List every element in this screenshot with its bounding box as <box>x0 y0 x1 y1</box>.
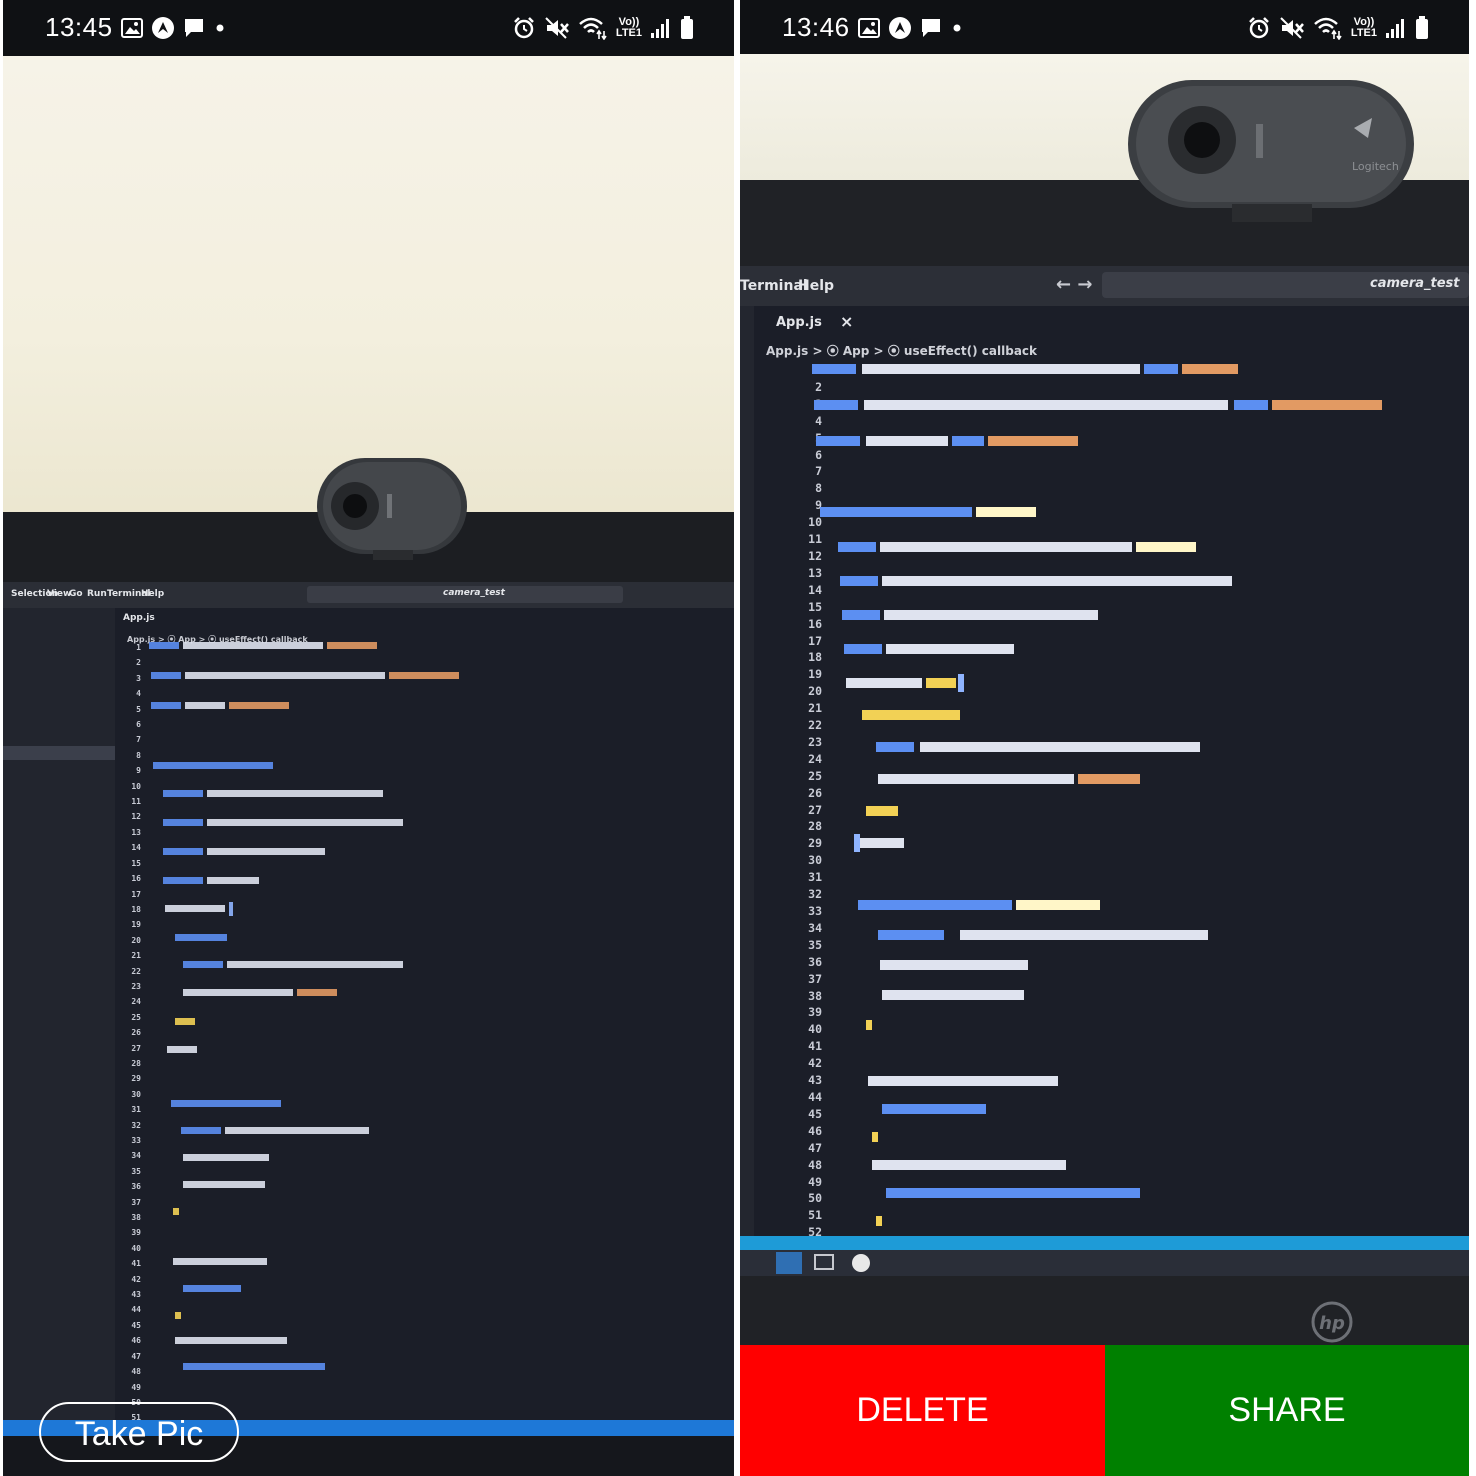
photo-action-bar: DELETE SHARE <box>740 1345 1469 1476</box>
volte-indicator: Vo)) LTE1 <box>616 17 642 39</box>
webcam-image: Logitech <box>1128 80 1414 222</box>
close-tab-icon: × <box>840 312 854 331</box>
notification-icons <box>121 16 227 40</box>
volte-indicator: Vo)) LTE1 <box>1351 17 1377 39</box>
take-pic-button[interactable]: Take Pic <box>39 1402 239 1462</box>
volte-bottom-text: LTE1 <box>1350 27 1377 39</box>
battery-icon <box>681 16 693 39</box>
mute-icon <box>1280 17 1304 39</box>
editor-search-text: camera_test <box>1370 276 1460 291</box>
alarm-icon <box>514 17 534 39</box>
notification-icons <box>858 16 964 40</box>
alarm-icon <box>1249 17 1269 39</box>
message-icon <box>922 19 940 37</box>
navigation-app-icon <box>889 17 911 39</box>
system-icons: Vo)) LTE1 <box>512 14 694 42</box>
gallery-icon <box>858 18 880 38</box>
more-notifications-dot-icon <box>216 24 224 32</box>
status-bar: 13:45 Vo)) LTE1 <box>3 0 734 56</box>
monitor-logo-icon: hp <box>1311 1301 1353 1343</box>
share-button[interactable]: SHARE <box>1105 1345 1469 1476</box>
taskbar-terminal-icon <box>814 1254 834 1270</box>
editor-tab: App.js × <box>754 306 864 336</box>
menu-item-help: Help <box>798 278 835 294</box>
editor-search-text: camera_test <box>443 588 505 598</box>
mute-icon <box>545 17 569 39</box>
more-notifications-dot-icon <box>953 24 961 32</box>
system-icons: Vo)) LTE1 <box>1247 14 1429 42</box>
camera-preview: Selection View Go Run Terminal Help came… <box>3 56 734 1476</box>
menu-item-run: Run <box>87 589 107 599</box>
volte-bottom-text: LTE1 <box>615 27 642 39</box>
editor-menu-bar: Selection View Go Run Terminal Help came… <box>3 582 734 608</box>
message-icon <box>185 19 203 37</box>
editor-sidebar <box>3 608 115 1476</box>
taskbar-app-icon <box>852 1254 870 1272</box>
editor-status-bar <box>740 1236 1469 1250</box>
editor-menu-bar: Terminal Help ← → camera_test <box>740 266 1469 306</box>
code-text-area <box>812 364 1382 1226</box>
webcam-image <box>317 458 467 560</box>
menu-item-help: Help <box>141 589 165 599</box>
gallery-icon <box>121 18 143 38</box>
code-text-area <box>149 642 459 1370</box>
status-time: 13:45 <box>45 12 113 42</box>
line-numbers: 1234567891011121314151617181920212223242… <box>131 643 141 1453</box>
editor-sidebar <box>740 306 754 1236</box>
editor-tab-label: App.js <box>123 613 155 623</box>
monitor-brand-text: hp <box>1319 1313 1345 1334</box>
editor-screen: Selection View Go Run Terminal Help came… <box>3 582 734 1476</box>
taskbar <box>740 1250 1469 1276</box>
menu-item-go: Go <box>69 589 83 599</box>
nav-arrows: ← → <box>1056 274 1093 295</box>
status-time: 13:46 <box>782 12 850 42</box>
preview-screen: Logitech Terminal Help ← → camera_test A… <box>740 0 1469 1476</box>
editor-screen: Terminal Help ← → camera_test App.js × A… <box>740 266 1469 1276</box>
signal-icon <box>1386 19 1404 38</box>
navigation-app-icon <box>152 17 174 39</box>
wifi-icon <box>579 17 607 40</box>
camera-screen: Selection View Go Run Terminal Help came… <box>3 0 734 1476</box>
delete-button[interactable]: DELETE <box>740 1345 1105 1476</box>
battery-icon <box>1416 16 1428 39</box>
editor-tab: App.js <box>115 608 185 628</box>
editor-breadcrumb: App.js > ⦿ App > ⦿ useEffect() callback <box>766 344 1038 358</box>
menu-item-view: View <box>47 589 72 599</box>
wifi-icon <box>1314 17 1342 40</box>
taskbar-vscode-icon <box>776 1252 802 1274</box>
status-bar: 13:46 Vo)) LTE1 <box>740 0 1469 54</box>
webcam-brand-text: Logitech <box>1352 160 1399 173</box>
captured-photo: Logitech Terminal Help ← → camera_test A… <box>740 54 1469 1345</box>
editor-tab-label: App.js <box>776 315 822 330</box>
signal-icon <box>651 19 669 38</box>
